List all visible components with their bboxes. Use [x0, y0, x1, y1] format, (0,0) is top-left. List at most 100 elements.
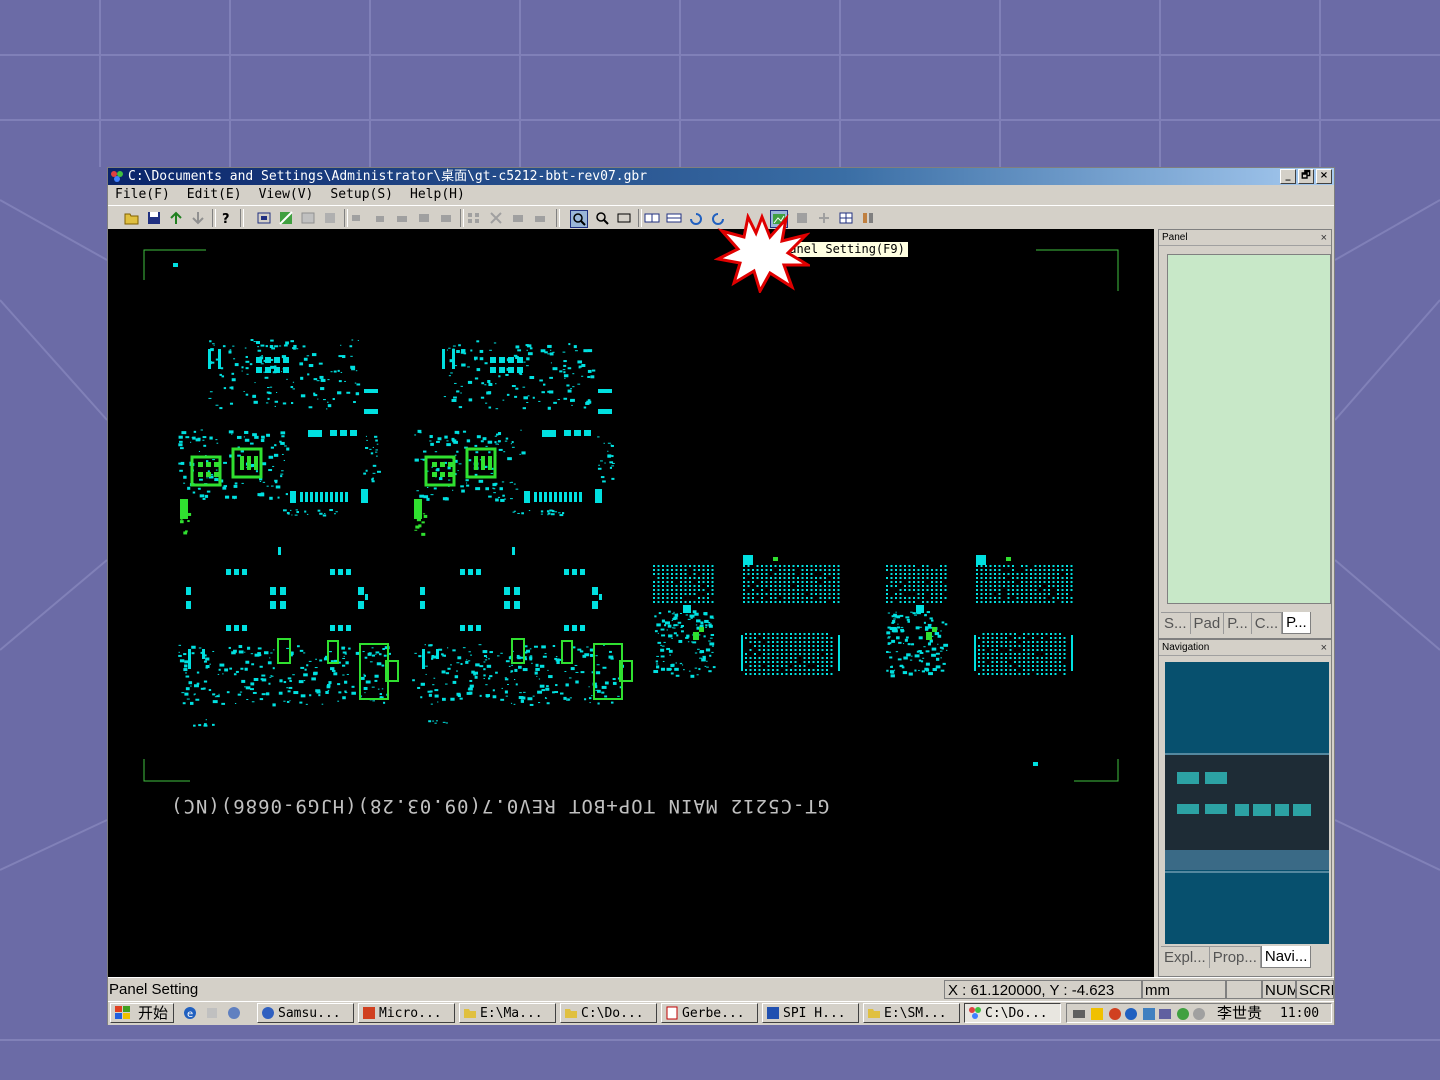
zoom-in-icon[interactable]: [570, 210, 588, 228]
paste-icon[interactable]: [322, 210, 338, 226]
window-title: C:\Documents and Settings\Administrator\…: [128, 169, 648, 184]
task-folder-sm[interactable]: E:\SM...: [863, 1003, 960, 1023]
menu-setup[interactable]: Setup(S): [323, 185, 403, 205]
restore-button[interactable]: 🗗: [1298, 169, 1314, 184]
app-icon: [262, 1007, 274, 1019]
help-icon[interactable]: ?: [218, 210, 234, 226]
scroll-lock-indicator: SCRL: [1296, 980, 1334, 999]
align-icon[interactable]: [350, 210, 366, 226]
task-gerber-viewer[interactable]: C:\Do...: [964, 1003, 1061, 1023]
task-microsoft[interactable]: Micro...: [358, 1003, 455, 1023]
tab-panel-pad[interactable]: Pad: [1190, 612, 1225, 634]
svg-text:?: ?: [222, 212, 230, 226]
minimize-button[interactable]: _: [1280, 169, 1296, 184]
task-folder-do[interactable]: C:\Do...: [560, 1003, 657, 1023]
powerpoint-icon: [363, 1007, 375, 1019]
status-empty-cell: [1226, 980, 1262, 999]
cursor-coordinates: X : 61.120000, Y : -4.623: [944, 980, 1142, 999]
tools-icon[interactable]: [860, 210, 876, 226]
board-drawing[interactable]: [108, 229, 1154, 977]
start-label: 开始: [138, 1005, 169, 1022]
navigation-view[interactable]: [1165, 662, 1329, 944]
unit-label: mm: [1142, 980, 1226, 999]
fiducial-top-left: [173, 263, 178, 267]
panel-preview[interactable]: [1167, 254, 1331, 604]
merge-icon[interactable]: [510, 210, 526, 226]
menu-edit[interactable]: Edit(E): [180, 185, 252, 205]
undo-icon[interactable]: [688, 210, 704, 226]
cross-icon[interactable]: [816, 210, 832, 226]
start-button[interactable]: 开始: [110, 1003, 174, 1023]
media-icon[interactable]: [226, 1005, 242, 1021]
split-icon[interactable]: [532, 210, 548, 226]
export-icon[interactable]: [190, 210, 206, 226]
panel-pane: Panel × S... Pad P... C... P...: [1158, 229, 1332, 639]
windows-logo-icon: [115, 1006, 130, 1019]
tab-properties[interactable]: Prop...: [1209, 946, 1261, 968]
array-icon[interactable]: [438, 210, 454, 226]
menu-file[interactable]: File(F): [108, 185, 180, 205]
tab-panel-p1[interactable]: P...: [1224, 612, 1252, 634]
mirror-icon[interactable]: [394, 210, 410, 226]
group-icon[interactable]: [488, 210, 504, 226]
system-tray: 李世贵 11:00: [1066, 1003, 1332, 1023]
tab-panel-p2[interactable]: P...: [1282, 612, 1311, 634]
pdf-icon: [666, 1006, 678, 1020]
pad-layer: [178, 339, 1073, 727]
tab-navigation[interactable]: Navi...: [1260, 946, 1312, 968]
gerber-canvas[interactable]: Panel Setting(F9) GT-C5212 MAIN TOP+BOT …: [108, 213, 1154, 977]
copy-icon[interactable]: [300, 210, 316, 226]
menu-bar: File(F) Edit(E) View(V) Setup(S) Help(H): [108, 185, 1334, 205]
delete-icon[interactable]: [466, 210, 482, 226]
navigation-close-icon[interactable]: ×: [1321, 640, 1327, 656]
svg-text:e: e: [187, 1009, 193, 1020]
select-all-icon[interactable]: [256, 210, 272, 226]
edit-icon[interactable]: [278, 210, 294, 226]
grid-icon[interactable]: [838, 210, 854, 226]
navigation-pane: Navigation × Expl... Prop... Navi...: [1158, 639, 1332, 977]
view-v-icon[interactable]: [666, 210, 682, 226]
task-folder-ma[interactable]: E:\Ma...: [459, 1003, 556, 1023]
menu-help[interactable]: Help(H): [403, 185, 475, 205]
num-lock-indicator: NUM: [1262, 980, 1296, 999]
panel-close-icon[interactable]: ×: [1321, 230, 1327, 246]
tab-panel-s[interactable]: S...: [1161, 612, 1191, 634]
navigation-title: Navigation: [1162, 642, 1210, 653]
close-button[interactable]: ×: [1316, 169, 1332, 184]
tray-clock: 11:00: [1280, 1006, 1320, 1021]
app-window: C:\Documents and Settings\Administrator\…: [107, 167, 1335, 1025]
fiducial-bottom-right: [1033, 762, 1038, 766]
import-icon[interactable]: [168, 210, 184, 226]
tab-panel-c[interactable]: C...: [1251, 612, 1283, 634]
board-label: GT-C5212 MAIN TOP+BOT REV0.7(09.03.28)(H…: [170, 795, 830, 817]
view-h-icon[interactable]: [644, 210, 660, 226]
save-icon[interactable]: [146, 210, 162, 226]
move-icon[interactable]: [372, 210, 388, 226]
taskbar: 开始 e Samsu... Micro... E:\Ma... C:\Do...…: [108, 1001, 1334, 1025]
panel-title: Panel: [1162, 232, 1188, 243]
folder-icon: [464, 1009, 476, 1018]
folder-icon: [868, 1009, 880, 1018]
word-icon: [767, 1007, 779, 1019]
rotate-icon[interactable]: [416, 210, 432, 226]
app-icon: [111, 171, 123, 182]
task-samsung[interactable]: Samsu...: [257, 1003, 354, 1023]
desktop-icon[interactable]: [204, 1005, 220, 1021]
zoom-out-icon[interactable]: [594, 210, 610, 226]
task-spi[interactable]: SPI H...: [762, 1003, 859, 1023]
tray-icons[interactable]: [1071, 1006, 1211, 1022]
tray-user: 李世贵: [1217, 1005, 1263, 1022]
task-gerber[interactable]: Gerbe...: [661, 1003, 758, 1023]
status-bar: Panel Setting X : 61.120000, Y : -4.623 …: [108, 977, 1334, 1002]
corner-marks: [143, 249, 1119, 782]
menu-view[interactable]: View(V): [252, 185, 324, 205]
tab-explorer[interactable]: Expl...: [1161, 946, 1210, 968]
starburst-highlight-icon: [714, 213, 810, 293]
folder-icon: [565, 1009, 577, 1018]
open-icon[interactable]: [124, 210, 140, 226]
app-icon: [969, 1007, 981, 1019]
zoom-fit-icon[interactable]: [616, 210, 632, 226]
status-message: Panel Setting: [109, 981, 199, 998]
title-bar[interactable]: C:\Documents and Settings\Administrator\…: [108, 168, 1334, 185]
ie-icon[interactable]: e: [182, 1005, 198, 1021]
